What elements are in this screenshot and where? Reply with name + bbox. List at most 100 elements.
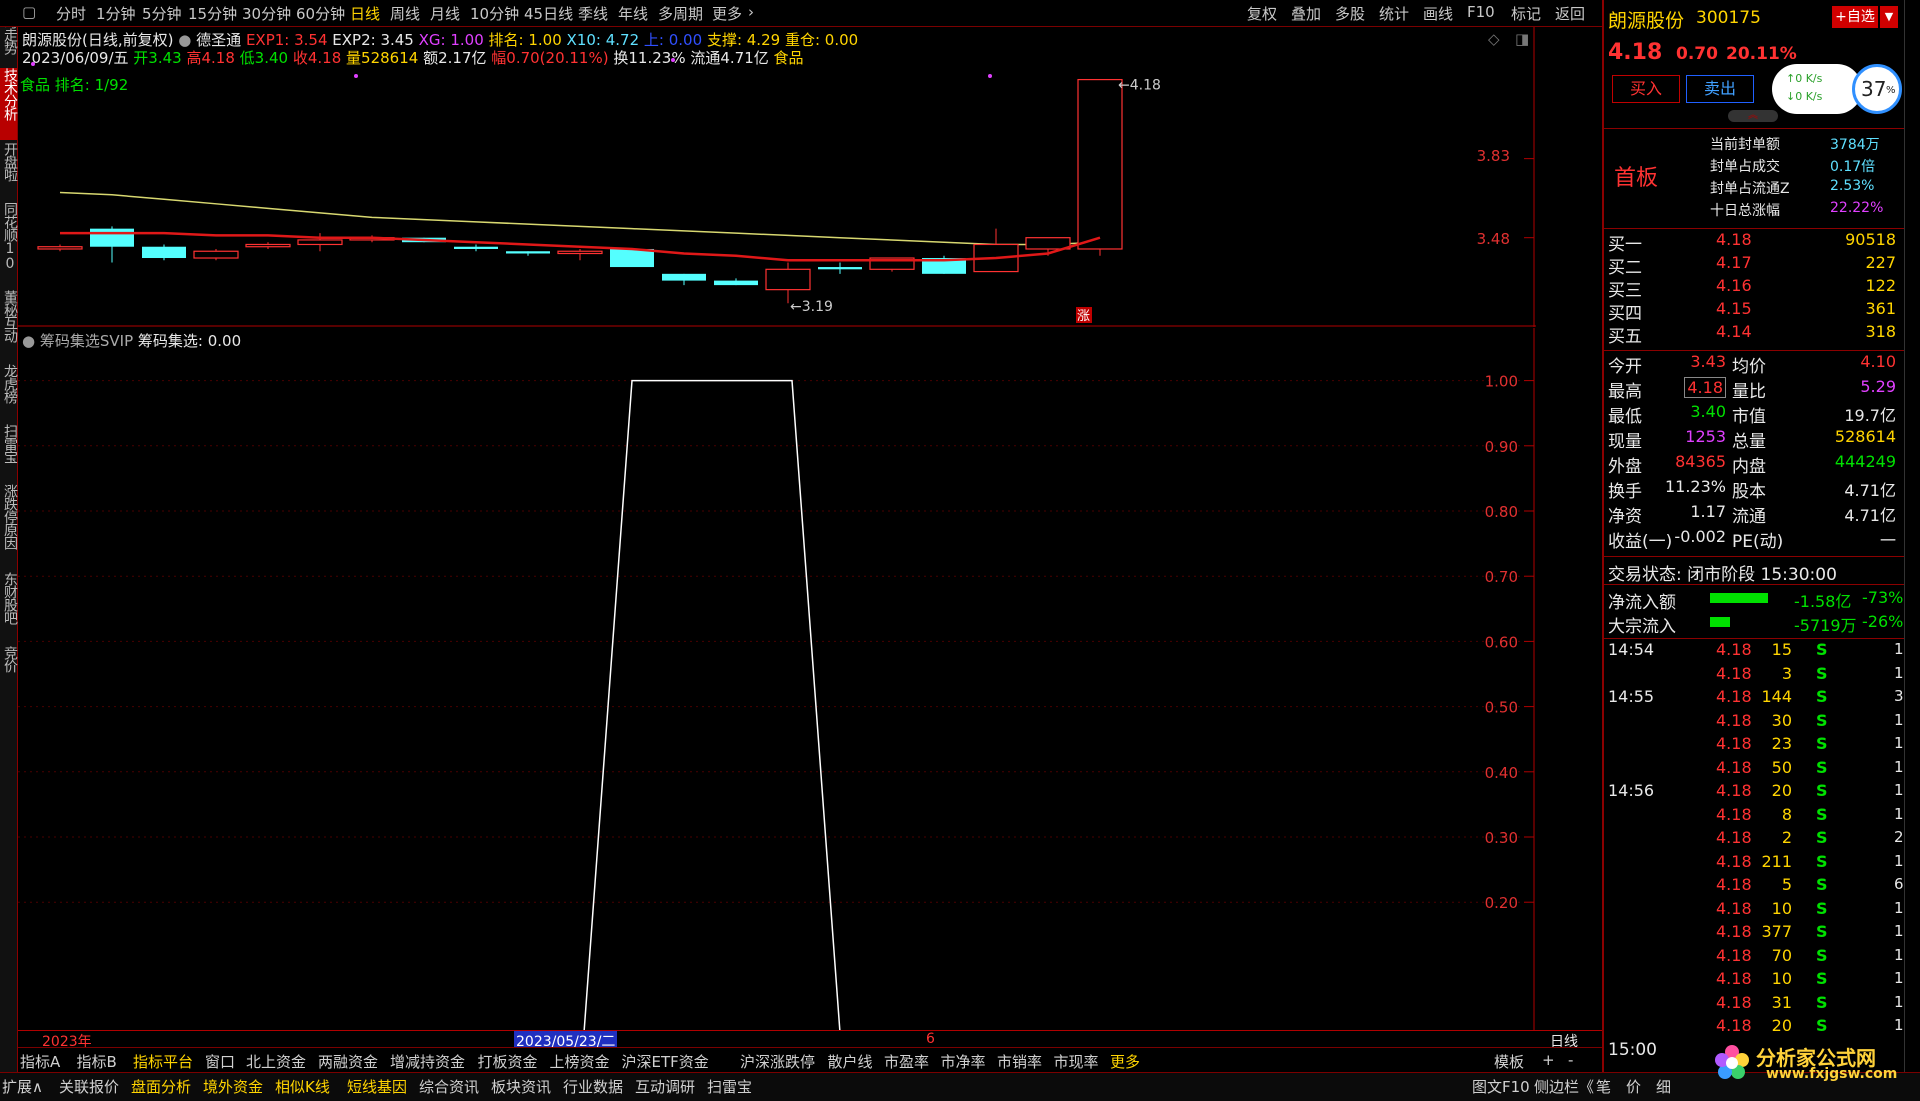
extension-tab[interactable]: 综合资讯: [419, 1076, 479, 1097]
side-tab[interactable]: 开盘啦: [0, 142, 18, 200]
toolbar-item[interactable]: 多股: [1335, 3, 1365, 24]
side-tab[interactable]: 竞价: [0, 646, 18, 690]
period-tab[interactable]: 日线: [350, 3, 380, 24]
extension-tab[interactable]: 关联报价: [59, 1076, 119, 1097]
indicator-tab[interactable]: 上榜资金: [550, 1051, 610, 1072]
bid-price[interactable]: 4.15: [1716, 299, 1752, 318]
toolbar-item[interactable]: 标记: [1511, 3, 1541, 24]
candle-body[interactable]: [454, 246, 498, 249]
period-tab[interactable]: 10分钟: [470, 3, 519, 24]
price-chart-pane[interactable]: 朗源股份(日线,前复权) ● 德圣通 EXP1: 3.54 EXP2: 3.45…: [18, 27, 1536, 327]
period-tab[interactable]: 5分钟: [142, 3, 182, 24]
period-tab[interactable]: 分时: [56, 3, 86, 24]
panel-tab[interactable]: 细: [1656, 1076, 1671, 1097]
buy-button[interactable]: 买入: [1612, 75, 1680, 103]
indicator-tab[interactable]: 更多: [1110, 1051, 1140, 1072]
extension-tab[interactable]: 短线基因: [347, 1076, 407, 1097]
side-tab[interactable]: 同花顺10: [0, 202, 18, 288]
candle-body[interactable]: [1077, 78, 1123, 250]
toolbar-item[interactable]: 复权: [1247, 3, 1277, 24]
template-control[interactable]: 模板: [1494, 1051, 1524, 1072]
indicator-tab[interactable]: 指标B: [77, 1051, 117, 1072]
extension-tab[interactable]: 互动调研: [635, 1076, 695, 1097]
candle-body[interactable]: [662, 273, 706, 281]
indicator-tab[interactable]: 散户线: [828, 1051, 873, 1072]
toolbar-item[interactable]: 返回: [1555, 3, 1585, 24]
candle-body[interactable]: [142, 246, 186, 259]
chevron-right-icon[interactable]: ›: [748, 3, 754, 21]
candle-body[interactable]: [557, 250, 603, 255]
period-tab[interactable]: 年线: [618, 3, 648, 24]
memory-gauge[interactable]: 37 %: [1852, 64, 1902, 114]
period-tab[interactable]: 季线: [578, 3, 608, 24]
tick-list[interactable]: 14:54 4.18 15 S 1 4.18 3 S 1 14:55 4.18 144 S 3 4.18 30…: [1604, 640, 1904, 1040]
candle-body[interactable]: [193, 250, 239, 259]
indicator-tab[interactable]: 市现率: [1054, 1051, 1099, 1072]
candle-body[interactable]: [610, 248, 654, 268]
add-watchlist-button[interactable]: +自选: [1832, 6, 1878, 28]
bid-price[interactable]: 4.17: [1716, 253, 1752, 272]
candle-body[interactable]: [245, 243, 291, 248]
indicator-tab[interactable]: 打板资金: [478, 1051, 538, 1072]
panel-tab[interactable]: 笔: [1596, 1076, 1611, 1097]
bid-price[interactable]: 4.14: [1716, 322, 1752, 341]
side-tab[interactable]: 东财股吧: [0, 572, 18, 644]
indicator-tab[interactable]: 窗口: [205, 1051, 235, 1072]
extension-tab[interactable]: 板块资讯: [491, 1076, 551, 1097]
extension-tab[interactable]: 盘面分析: [131, 1076, 191, 1097]
indicator-tab[interactable]: 市销率: [997, 1051, 1042, 1072]
candle-body[interactable]: [765, 268, 811, 291]
indicator-tab[interactable]: 北上资金: [246, 1051, 306, 1072]
extension-tab[interactable]: 行业数据: [563, 1076, 623, 1097]
indicator-tab[interactable]: 沪深ETF资金: [622, 1051, 709, 1072]
indicator-tab[interactable]: 市净率: [941, 1051, 986, 1072]
template-control[interactable]: -: [1568, 1051, 1573, 1069]
period-tab[interactable]: 月线: [430, 3, 460, 24]
period-tab[interactable]: 多周期: [658, 3, 703, 24]
side-tab[interactable]: 技术分析: [0, 68, 18, 140]
extension-tab[interactable]: 扩展∧: [2, 1076, 43, 1097]
panel-tab[interactable]: 侧边栏《: [1534, 1076, 1594, 1097]
indicator-tab[interactable]: 沪深涨跌停: [740, 1051, 815, 1072]
candle-body[interactable]: [1025, 237, 1071, 250]
side-tab[interactable]: 扫雷宝: [0, 424, 18, 482]
template-control[interactable]: +: [1542, 1051, 1555, 1069]
toolbar-item[interactable]: 统计: [1379, 3, 1409, 24]
toolbar-item[interactable]: 画线: [1423, 3, 1453, 24]
side-tab[interactable]: 涨跌停原因: [0, 484, 18, 570]
period-tab[interactable]: 1分钟: [96, 3, 136, 24]
period-tab[interactable]: 周线: [390, 3, 420, 24]
extension-tab[interactable]: 扫雷宝: [707, 1076, 752, 1097]
sell-button[interactable]: 卖出: [1686, 75, 1754, 103]
indicator-pane[interactable]: ● 筹码集选SVIP 筹码集选: 0.00 1.00 0.90 0.80 0.70 0.…: [18, 328, 1536, 1030]
extension-tab[interactable]: 相似K线: [275, 1076, 330, 1097]
toolbar-item[interactable]: 叠加: [1291, 3, 1321, 24]
bid-price[interactable]: 4.16: [1716, 276, 1752, 295]
candle-body[interactable]: [297, 239, 343, 246]
indicator-tab[interactable]: 指标平台: [133, 1051, 193, 1072]
candle-body[interactable]: [714, 280, 758, 286]
panel-tab[interactable]: 图文F10: [1472, 1076, 1530, 1097]
period-tab[interactable]: 60分钟: [296, 3, 345, 24]
period-tab[interactable]: 更多: [712, 3, 742, 24]
candle-body[interactable]: [818, 267, 862, 270]
bid-price[interactable]: 4.18: [1716, 230, 1752, 249]
period-tab[interactable]: 15分钟: [188, 3, 237, 24]
candle-body[interactable]: [37, 246, 83, 250]
candle-body[interactable]: [90, 228, 134, 247]
side-tab[interactable]: 董秘互动: [0, 290, 18, 362]
extension-tab[interactable]: 境外资金: [203, 1076, 263, 1097]
indicator-tab[interactable]: 增减持资金: [390, 1051, 465, 1072]
side-tab[interactable]: 龙虎榜: [0, 364, 18, 422]
collapse-icon[interactable]: ︽: [1728, 110, 1778, 122]
panel-tab[interactable]: 价: [1626, 1076, 1641, 1097]
period-tab[interactable]: 45日线: [524, 3, 573, 24]
chevron-down-icon[interactable]: ▼: [1880, 6, 1898, 28]
window-icon[interactable]: ▢: [22, 3, 36, 21]
toolbar-item[interactable]: F10: [1467, 3, 1495, 21]
indicator-tab[interactable]: 指标A: [20, 1051, 60, 1072]
indicator-tab[interactable]: 市盈率: [884, 1051, 929, 1072]
candle-body[interactable]: [506, 251, 550, 254]
period-tab[interactable]: 30分钟: [242, 3, 291, 24]
indicator-tab[interactable]: 两融资金: [318, 1051, 378, 1072]
